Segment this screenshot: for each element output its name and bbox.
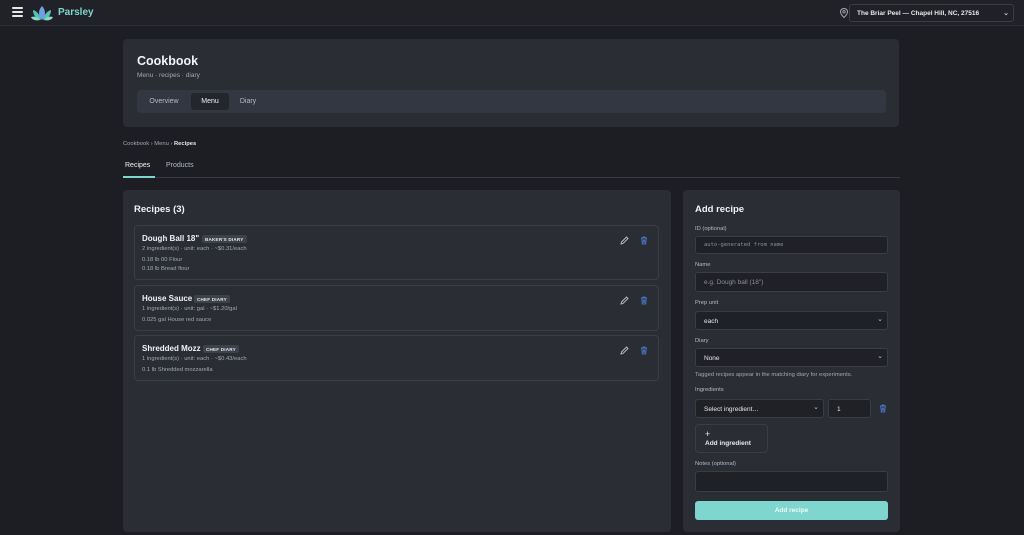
recipe-card[interactable]: Dough Ball 18" BAKER'S DIARY 2 ingredien… <box>134 225 659 280</box>
trash-icon[interactable] <box>640 236 648 245</box>
recipe-name: Shredded Mozz <box>142 344 201 353</box>
add-ingredient-button[interactable]: + Add ingredient <box>695 424 768 453</box>
cookbook-header: Cookbook Menu · recipes · diary Overview… <box>123 39 899 127</box>
add-recipe-panel: Add recipe ID (optional) auto-generated … <box>683 190 900 532</box>
notes-field[interactable] <box>695 471 888 492</box>
diary-badge: CHEF DIARY <box>203 345 239 353</box>
breadcrumb: Cookbook › Menu › Recipes <box>123 141 196 147</box>
ingredient-line: 0.025 gal House red sauce <box>142 317 212 323</box>
subtab-recipes[interactable]: Recipes <box>125 162 150 169</box>
ingredient-quantity[interactable]: 1 <box>828 399 871 418</box>
ingredient-line: 0.18 lb Bread flour <box>142 266 190 272</box>
pencil-icon[interactable] <box>620 236 629 245</box>
recipes-panel: Recipes (3) Dough Ball 18" BAKER'S DIARY… <box>123 190 671 532</box>
tab-menu[interactable]: Menu <box>191 93 229 110</box>
tab-diary[interactable]: Diary <box>233 93 263 110</box>
recipe-subtabs: Recipes Products <box>123 157 900 178</box>
app-name[interactable]: Parsley <box>58 7 94 18</box>
chevron-down-icon: ⌄ <box>877 353 883 360</box>
pencil-icon[interactable] <box>620 296 629 305</box>
page-subtitle: Menu · recipes · diary <box>137 72 200 79</box>
add-recipe-button[interactable]: Add recipe <box>695 501 888 520</box>
recipe-name: House Sauce <box>142 294 193 303</box>
id-field[interactable]: auto-generated from name <box>695 236 888 254</box>
diary-badge: CHEF DIARY <box>194 295 230 303</box>
breadcrumb-separator: › <box>150 141 153 147</box>
recipes-title: Recipes (3) <box>134 204 185 215</box>
location-select[interactable]: The Briar Peel — Chapel Hill, NC, 27516 … <box>849 4 1014 22</box>
trash-icon[interactable] <box>640 296 648 305</box>
recipe-meta: 2 ingredient(s) · unit: each · ~$0.31/ea… <box>142 246 247 252</box>
section-tabs: Overview Menu Diary <box>137 90 886 113</box>
trash-icon[interactable] <box>640 346 648 355</box>
ingredient-line: 0.18 lb 00 Flour <box>142 257 183 263</box>
recipe-meta: 1 ingredient(s) · unit: gal · ~$1.20/gal <box>142 306 237 312</box>
pencil-icon[interactable] <box>620 346 629 355</box>
name-label: Name <box>695 262 711 268</box>
breadcrumb-current: Recipes <box>174 141 197 147</box>
diary-hint: Tagged recipes appear in the matching di… <box>695 372 853 378</box>
diary-select[interactable]: None ⌄ <box>695 348 888 367</box>
location-value: The Briar Peel — Chapel Hill, NC, 27516 <box>857 10 980 17</box>
ingredients-label: Ingredients <box>695 387 724 393</box>
plus-icon: + <box>705 429 711 439</box>
add-ingredient-label: Add ingredient <box>705 440 751 447</box>
top-bar: Parsley The Briar Peel — Chapel Hill, NC… <box>0 0 1024 26</box>
recipe-meta: 1 ingredient(s) · unit: each · ~$0.43/ea… <box>142 356 247 362</box>
breadcrumb-cookbook[interactable]: Cookbook <box>123 141 149 147</box>
chevron-down-icon: ⌄ <box>1003 10 1009 17</box>
ingredient-line: 0.1 lb Shredded mozzarella <box>142 367 213 373</box>
breadcrumb-separator: › <box>170 141 173 147</box>
diary-value: None <box>704 355 720 362</box>
trash-icon[interactable] <box>879 404 887 413</box>
subtab-products[interactable]: Products <box>166 162 194 169</box>
name-field[interactable]: e.g. Dough ball (18") <box>695 272 888 292</box>
prep-unit-value: each <box>704 318 719 325</box>
add-recipe-title: Add recipe <box>695 204 745 215</box>
active-subtab-indicator <box>123 176 155 178</box>
recipe-card[interactable]: House Sauce CHEF DIARY 1 ingredient(s) ·… <box>134 285 659 331</box>
leaf-logo-icon <box>31 6 53 21</box>
chevron-down-icon: ⌄ <box>877 316 883 323</box>
ingredient-select[interactable]: Select ingredient… ⌄ <box>695 399 824 418</box>
diary-label: Diary <box>695 338 709 344</box>
prep-unit-label: Prep unit <box>695 300 719 306</box>
tab-overview[interactable]: Overview <box>141 93 187 110</box>
prep-unit-select[interactable]: each ⌄ <box>695 311 888 330</box>
id-label: ID (optional) <box>695 226 727 232</box>
recipe-name: Dough Ball 18" <box>142 234 200 243</box>
page-title: Cookbook <box>137 54 199 68</box>
ingredient-select-value: Select ingredient… <box>704 406 759 413</box>
diary-badge: BAKER'S DIARY <box>202 235 247 243</box>
recipe-card[interactable]: Shredded Mozz CHEF DIARY 1 ingredient(s)… <box>134 335 659 381</box>
notes-label: Notes (optional) <box>695 461 736 467</box>
hamburger-icon[interactable] <box>12 7 23 17</box>
breadcrumb-menu[interactable]: Menu <box>154 141 169 147</box>
chevron-down-icon: ⌄ <box>813 404 819 411</box>
